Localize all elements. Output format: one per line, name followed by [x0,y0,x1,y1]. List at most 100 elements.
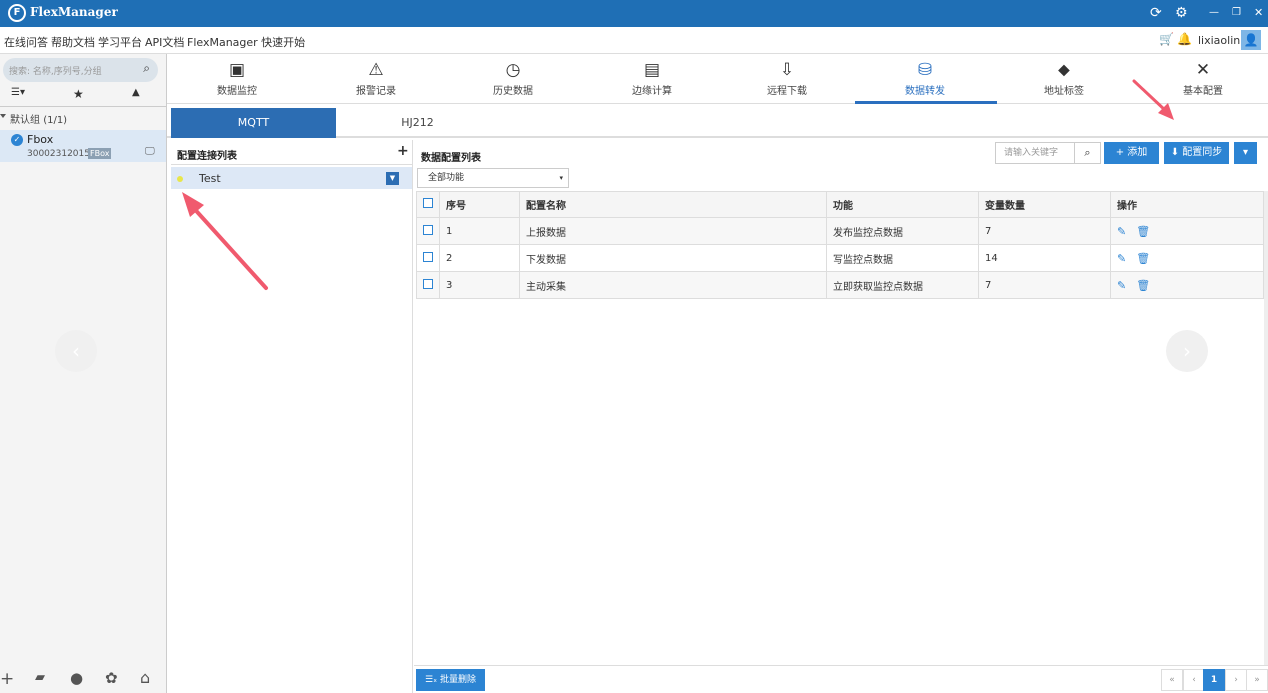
connection-dropdown-icon[interactable]: ▼ [386,172,399,185]
link-quick-start[interactable]: FlexManager 快速开始 [187,34,305,50]
row-name: 上报数据 [519,217,827,245]
nav-item-1[interactable]: ▣ 数据监控 [167,54,307,104]
nav-icon: ⬥ [1058,60,1070,80]
minimize-icon[interactable]: — [1209,4,1219,22]
row-select-cell[interactable] [416,217,440,245]
close-icon[interactable]: ✕ [1254,4,1263,22]
search-placeholder: 搜索: 名称,序列号,分组 [9,67,102,77]
nav-item-2[interactable]: ⚠ 报警记录 [306,54,446,104]
row-count: 14 [978,244,1111,272]
device-type-badge: FBox [88,148,112,159]
divider [0,106,167,107]
col-function: 功能 [826,191,979,218]
table-row[interactable]: 3 主动采集 立即获取监控点数据 7 ✎ 🗑 [416,271,1264,299]
nav-item-7[interactable]: ⬥ 地址标签 [994,54,1134,104]
config-sync-button[interactable]: ⬇ 配置同步 [1164,142,1229,164]
row-checkbox[interactable] [423,278,433,289]
cart-icon[interactable]: 🛒 [1159,32,1174,46]
alarm-warning-icon[interactable]: ▲ [132,87,140,98]
edit-icon[interactable]: ✎ [1117,252,1126,265]
tab-mqtt[interactable]: MQTT [171,108,336,138]
add-device-icon[interactable]: + [0,669,14,689]
delete-icon[interactable]: 🗑 [1136,279,1150,292]
row-name: 主动采集 [519,271,827,299]
edit-icon[interactable]: ✎ [1117,279,1126,292]
next-page-icon[interactable]: › [1166,330,1208,372]
link-help-docs[interactable]: 帮助文档 [51,34,95,50]
table-scrollbar[interactable] [1264,191,1268,665]
group-count: (1/1) [43,115,68,126]
link-learning-platform[interactable]: 学习平台 [98,34,142,50]
col-actions: 操作 [1110,191,1264,218]
protocol-tabs: MQTT HJ212 [167,104,1268,138]
settings-gear-icon[interactable]: ⚙ [1175,4,1188,22]
nav-label: 边缘计算 [632,86,672,97]
nav-icon: ◷ [505,60,521,80]
list-view-icon[interactable]: ☰▾ [11,87,25,98]
keyword-search-input[interactable]: 请输入关键字 [995,142,1075,164]
row-select-cell[interactable] [416,244,440,272]
username[interactable]: lixiaolin [1198,34,1240,47]
search-icon[interactable]: ⌕ [143,61,150,76]
pager-current[interactable]: 1 [1203,669,1225,691]
device-name: Fbox [27,133,54,146]
add-connection-icon[interactable]: + [397,143,409,159]
prev-page-icon[interactable]: ‹ [55,330,97,372]
data-config-table: 序号 配置名称 功能 变量数量 操作 1 上报数据 发布监控点数据 7 ✎ 🗑 2 下发数据写… [416,191,1264,299]
nav-icon: ▣ [228,60,246,80]
online-check-icon: ✓ [11,134,23,146]
table-row[interactable]: 2 下发数据 写监控点数据 14 ✎ 🗑 [416,244,1264,272]
nav-item-8[interactable]: ✕ 基本配置 [1133,54,1268,104]
connection-item-test[interactable]: Test ▼ [171,167,412,189]
device-search-input[interactable]: 搜索: 名称,序列号,分组 ⌕ [3,58,158,82]
bulk-delete-button[interactable]: ☰ₓ 批量删除 [416,669,485,691]
link-online-qa[interactable]: 在线问答 [4,34,48,50]
function-filter-select[interactable]: 全部功能 ▾ [417,168,569,188]
pager-prev[interactable]: ‹ [1183,669,1205,691]
restore-icon[interactable]: ❐ [1232,4,1241,22]
nav-label: 远程下载 [767,86,807,97]
nav-icon: ⛁ [917,60,933,80]
edit-icon[interactable]: ✎ [1117,225,1126,238]
nav-label: 数据转发 [905,86,945,97]
nav-item-3[interactable]: ◷ 历史数据 [443,54,583,104]
monitor-icon[interactable]: 🖵 [145,146,155,157]
refresh-icon[interactable]: ⟳ [1150,4,1162,22]
nav-item-4[interactable]: ▤ 边缘计算 [582,54,722,104]
row-checkbox[interactable] [423,224,433,235]
nav-label: 数据监控 [217,86,257,97]
connection-list-title: 配置连接列表 [177,151,237,162]
nav-icon: ⚠ [368,60,384,80]
pager-last[interactable]: » [1246,669,1268,691]
device-item-fbox[interactable]: ✓ Fbox 300023120158 FBox 🖵 [0,130,166,162]
delete-icon[interactable]: 🗑 [1136,225,1150,238]
favorites-star-icon[interactable]: ★ [73,87,84,101]
expand-triangle-icon[interactable] [0,114,6,118]
gear-icon[interactable]: ✿ [105,669,118,687]
bell-icon[interactable]: 🔔 [1177,32,1192,46]
avatar-icon[interactable]: 👤 [1241,30,1261,50]
add-button[interactable]: + 添加 [1104,142,1159,164]
row-checkbox[interactable] [423,251,433,262]
pager-next[interactable]: › [1225,669,1247,691]
tab-hj212[interactable]: HJ212 [335,108,500,138]
select-all-checkbox[interactable] [423,198,433,208]
table-row[interactable]: 1 上报数据 发布监控点数据 7 ✎ 🗑 [416,217,1264,245]
nav-label: 地址标签 [1044,86,1084,97]
nav-item-5[interactable]: ⇩ 远程下载 [717,54,857,104]
nav-label: 报警记录 [356,86,396,97]
folder-icon[interactable]: ▰ [35,670,45,685]
delete-icon[interactable]: 🗑 [1136,252,1150,265]
user-icon[interactable]: ● [70,669,83,687]
row-function: 写监控点数据 [826,244,979,272]
more-dropdown-button[interactable]: ▾ [1234,142,1257,164]
row-select-cell[interactable] [416,271,440,299]
home-icon[interactable]: ⌂ [140,668,150,687]
select-all-cell[interactable] [416,191,440,218]
row-id: 2 [439,244,520,272]
pager-first[interactable]: « [1161,669,1183,691]
row-actions: ✎ 🗑 [1110,217,1264,245]
nav-item-6[interactable]: ⛁ 数据转发 [855,54,995,104]
keyword-search-icon[interactable]: ⌕ [1075,142,1101,164]
link-api-docs[interactable]: API文档 [145,34,184,50]
